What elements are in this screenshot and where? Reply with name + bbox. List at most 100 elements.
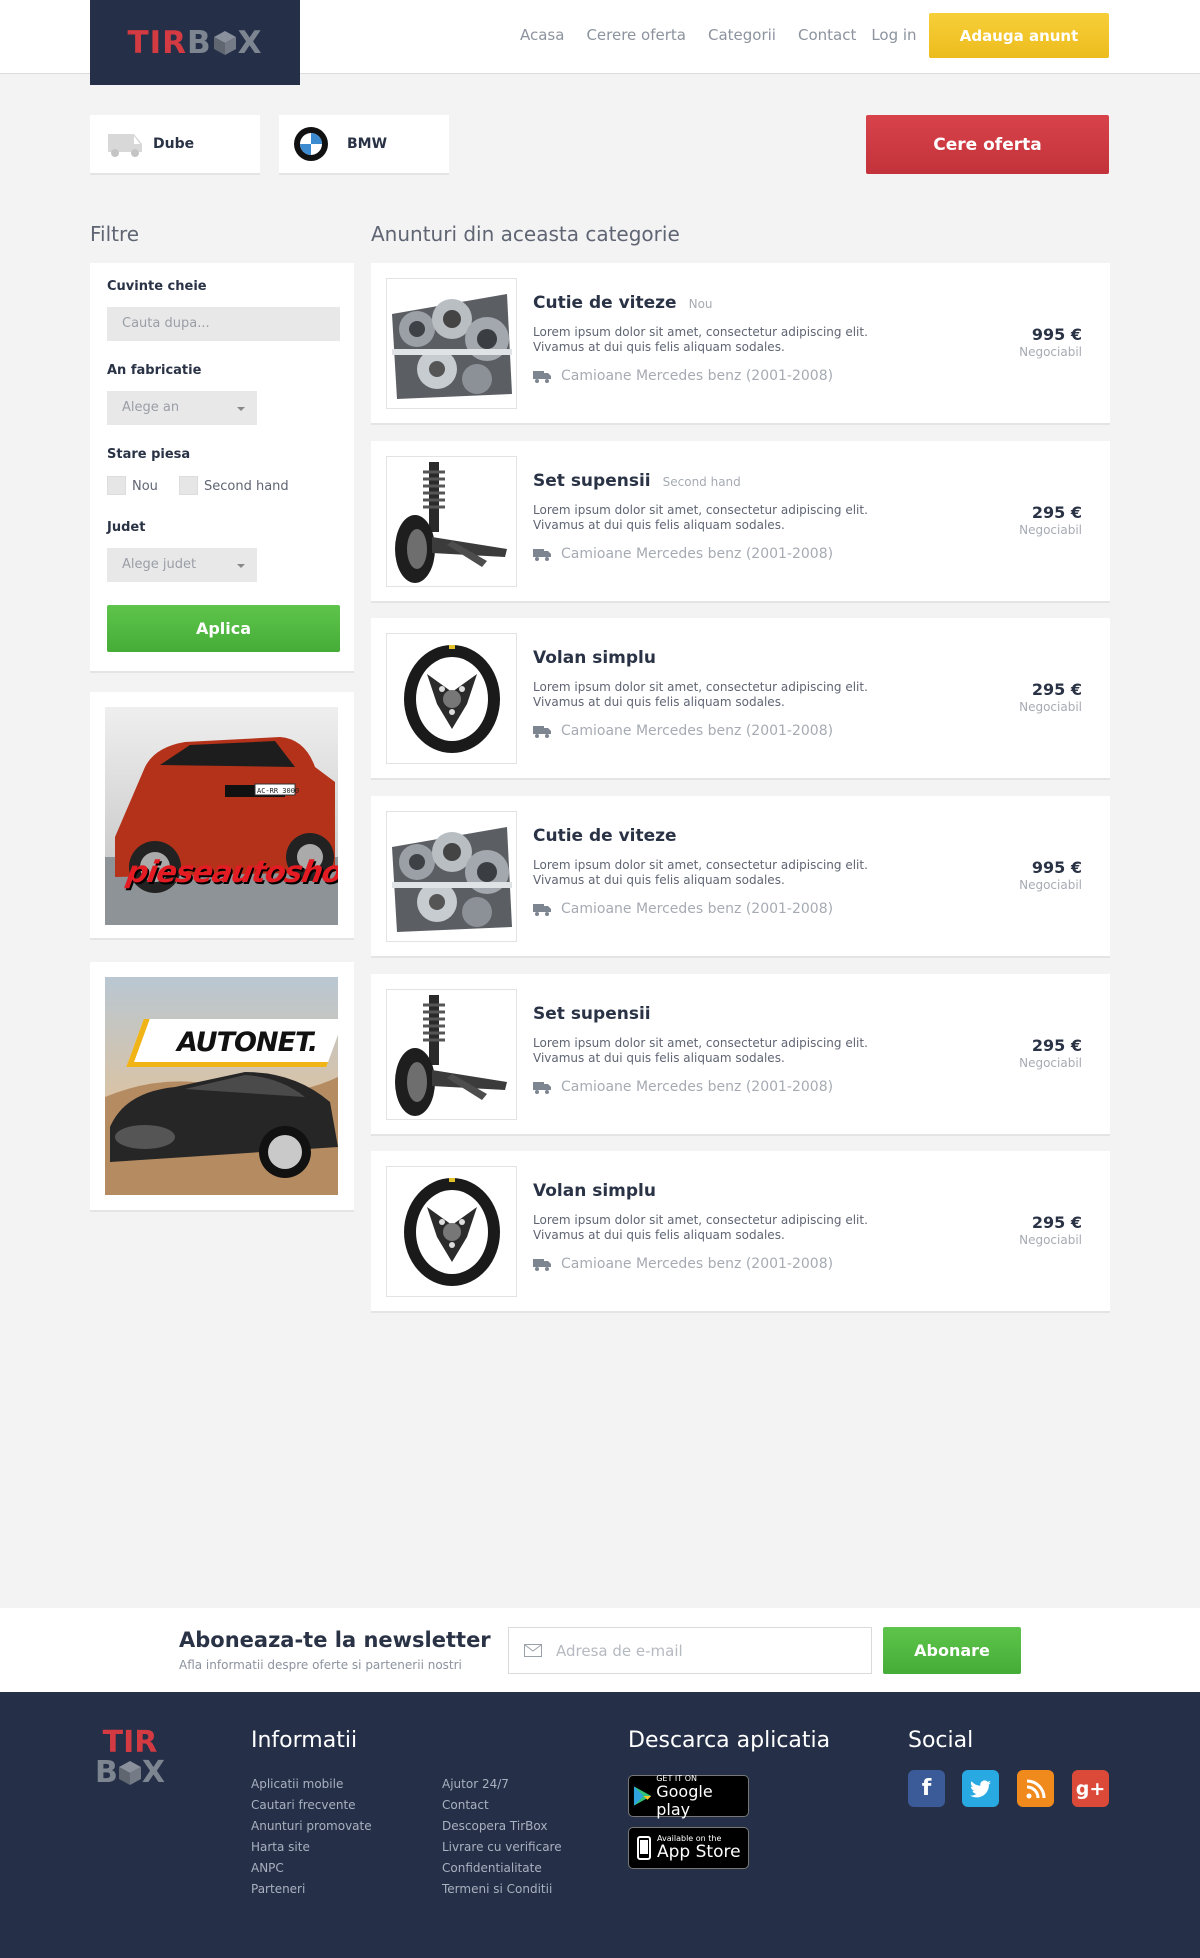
listing-thumbnail[interactable] — [386, 633, 517, 764]
footer-link[interactable]: Contact — [442, 1795, 562, 1816]
nav-contact[interactable]: Contact — [798, 26, 856, 44]
chip-label: Dube — [153, 136, 195, 152]
keywords-label: Cuvinte cheie — [107, 279, 207, 294]
listing-title[interactable]: Volan simplu — [533, 648, 668, 668]
listing-description: Lorem ipsum dolor sit amet, consectetur … — [533, 1036, 868, 1065]
footer-link[interactable]: Cautari frecvente — [251, 1795, 372, 1816]
request-offer-button[interactable]: Cere oferta — [866, 115, 1109, 174]
subscribe-button[interactable]: Abonare — [883, 1627, 1021, 1674]
listing-title-text: Set supensii — [533, 471, 651, 491]
red-suv-image: AC-RR 3000 — [105, 737, 338, 925]
listing-title[interactable]: Set supensii — [533, 1004, 663, 1024]
black-car-image — [105, 1072, 338, 1195]
listing-thumbnail[interactable] — [386, 989, 517, 1120]
google-play-icon — [633, 1786, 652, 1806]
footer-link[interactable]: Livrare cu verificare — [442, 1837, 562, 1858]
state-new-checkbox[interactable] — [107, 476, 126, 495]
state-new-label: Nou — [132, 479, 158, 494]
footer-link[interactable]: ANPC — [251, 1858, 372, 1879]
listing-price: 295 € — [1031, 1213, 1082, 1232]
footer-logo[interactable]: TIR B X — [90, 1728, 170, 1788]
listing-card[interactable]: Cutie de viteze Lorem ipsum dolor sit ame… — [371, 796, 1110, 958]
listing-thumbnail[interactable] — [386, 811, 517, 942]
listing-category: Camioane Mercedes benz (2001-2008) — [533, 723, 833, 739]
ad-image-autonet: AUTONET. — [105, 977, 338, 1195]
listing-description: Lorem ipsum dolor sit amet, consectetur … — [533, 325, 868, 354]
google-play-badge[interactable]: GET IT ON Google play — [628, 1774, 749, 1818]
rss-icon[interactable] — [1017, 1770, 1054, 1807]
listing-negotiable: Negociabil — [1019, 1233, 1082, 1247]
footer-link[interactable]: Anunturi promovate — [251, 1816, 372, 1837]
listing-description: Lorem ipsum dolor sit amet, consectetur … — [533, 503, 868, 532]
listing-category: Camioane Mercedes benz (2001-2008) — [533, 368, 833, 384]
listing-card[interactable]: Set supensii Lorem ipsum dolor sit amet, … — [371, 974, 1110, 1136]
twitter-icon[interactable] — [962, 1770, 999, 1807]
listing-category-text: Camioane Mercedes benz (2001-2008) — [561, 723, 834, 739]
listing-card[interactable]: Set supensii Second hand Lorem ipsum dolor… — [371, 441, 1110, 603]
listing-thumbnail[interactable] — [386, 278, 517, 409]
ad-brand-pieseauto: pieseautoshop.ro — [123, 855, 338, 890]
footer-link[interactable]: Termeni si Conditii — [442, 1879, 562, 1900]
truck-icon — [533, 903, 551, 916]
footer-social-title: Social — [908, 1728, 974, 1753]
listing-thumbnail[interactable] — [386, 456, 517, 587]
footer-logo-b: B — [94, 1755, 118, 1790]
site-logo[interactable]: TIR B X — [90, 0, 300, 85]
state-used-checkbox[interactable] — [179, 476, 198, 495]
listing-card[interactable]: Volan simplu Lorem ipsum dolor sit amet, … — [371, 1151, 1110, 1313]
listing-category: Camioane Mercedes benz (2001-2008) — [533, 901, 833, 917]
app-store-badge[interactable]: Available on the App Store — [628, 1827, 749, 1869]
wheel-image — [387, 1167, 516, 1296]
footer-logo-x: X — [141, 1755, 165, 1790]
chip-bmw[interactable]: BMW — [279, 115, 449, 175]
google-plus-icon[interactable]: g+ — [1072, 1770, 1109, 1807]
main-nav: Acasa Cerere oferta Categorii Contact Lo… — [520, 26, 939, 44]
ad-banner-pieseauto[interactable]: AC-RR 3000 pieseautoshop.ro — [90, 692, 354, 940]
listing-title[interactable]: Volan simplu — [533, 1181, 668, 1201]
plate-text: AC-RR 3000 — [257, 787, 299, 795]
newsletter-email-input[interactable]: Adresa de e-mail — [508, 1627, 872, 1674]
listing-category: Camioane Mercedes benz (2001-2008) — [533, 546, 833, 562]
year-label: An fabricatie — [107, 363, 202, 378]
listings-title: Anunturi din aceasta categorie — [371, 222, 680, 246]
footer-link[interactable]: Confidentialitate — [442, 1858, 562, 1879]
state-used-label: Second hand — [204, 479, 289, 494]
listing-negotiable: Negociabil — [1019, 1056, 1082, 1070]
keywords-input[interactable]: Cauta dupa... — [107, 307, 340, 341]
nav-categorii[interactable]: Categorii — [708, 26, 776, 44]
newsletter-placeholder: Adresa de e-mail — [556, 1641, 683, 1660]
footer-col1: Aplicatii mobile Cautari frecvente Anunt… — [251, 1774, 372, 1900]
county-select[interactable]: Alege judet — [107, 548, 257, 582]
add-listing-button[interactable]: Adauga anunt — [929, 13, 1109, 58]
listing-title[interactable]: Cutie de viteze Nou — [533, 293, 713, 313]
ad-brand-autonet: AUTONET. — [177, 1027, 318, 1058]
listing-category-text: Camioane Mercedes benz (2001-2008) — [561, 901, 834, 917]
listing-thumbnail[interactable] — [386, 1166, 517, 1297]
listing-title[interactable]: Set supensii Second hand — [533, 471, 741, 491]
chip-label: BMW — [347, 136, 388, 152]
truck-icon — [533, 370, 551, 383]
listing-title-text: Cutie de viteze — [533, 293, 677, 313]
footer-logo-top: TIR — [102, 1725, 158, 1760]
listing-card[interactable]: Cutie de viteze Nou Lorem ipsum dolor sit … — [371, 263, 1110, 425]
footer-link[interactable]: Aplicatii mobile — [251, 1774, 372, 1795]
iphone-icon — [637, 1836, 651, 1860]
truck-icon — [533, 1258, 551, 1271]
chip-dube[interactable]: Dube — [90, 115, 260, 175]
listing-price: 995 € — [1031, 325, 1082, 344]
ad-banner-autonet[interactable]: AUTONET. — [90, 962, 354, 1212]
footer-link[interactable]: Descopera TirBox — [442, 1816, 562, 1837]
footer-link[interactable]: Harta site — [251, 1837, 372, 1858]
nav-login[interactable]: Log in — [871, 26, 916, 44]
listing-title-text: Volan simplu — [533, 648, 656, 668]
county-select-value: Alege judet — [122, 557, 197, 572]
apply-filters-button[interactable]: Aplica — [107, 605, 340, 652]
listing-title[interactable]: Cutie de viteze — [533, 826, 689, 846]
footer-link[interactable]: Ajutor 24/7 — [442, 1774, 562, 1795]
footer-link[interactable]: Parteneri — [251, 1879, 372, 1900]
listing-card[interactable]: Volan simplu Lorem ipsum dolor sit amet, … — [371, 618, 1110, 780]
facebook-icon[interactable]: f — [908, 1770, 945, 1807]
nav-cerere-oferta[interactable]: Cerere oferta — [586, 26, 686, 44]
year-select[interactable]: Alege an — [107, 391, 257, 425]
nav-acasa[interactable]: Acasa — [520, 26, 564, 44]
